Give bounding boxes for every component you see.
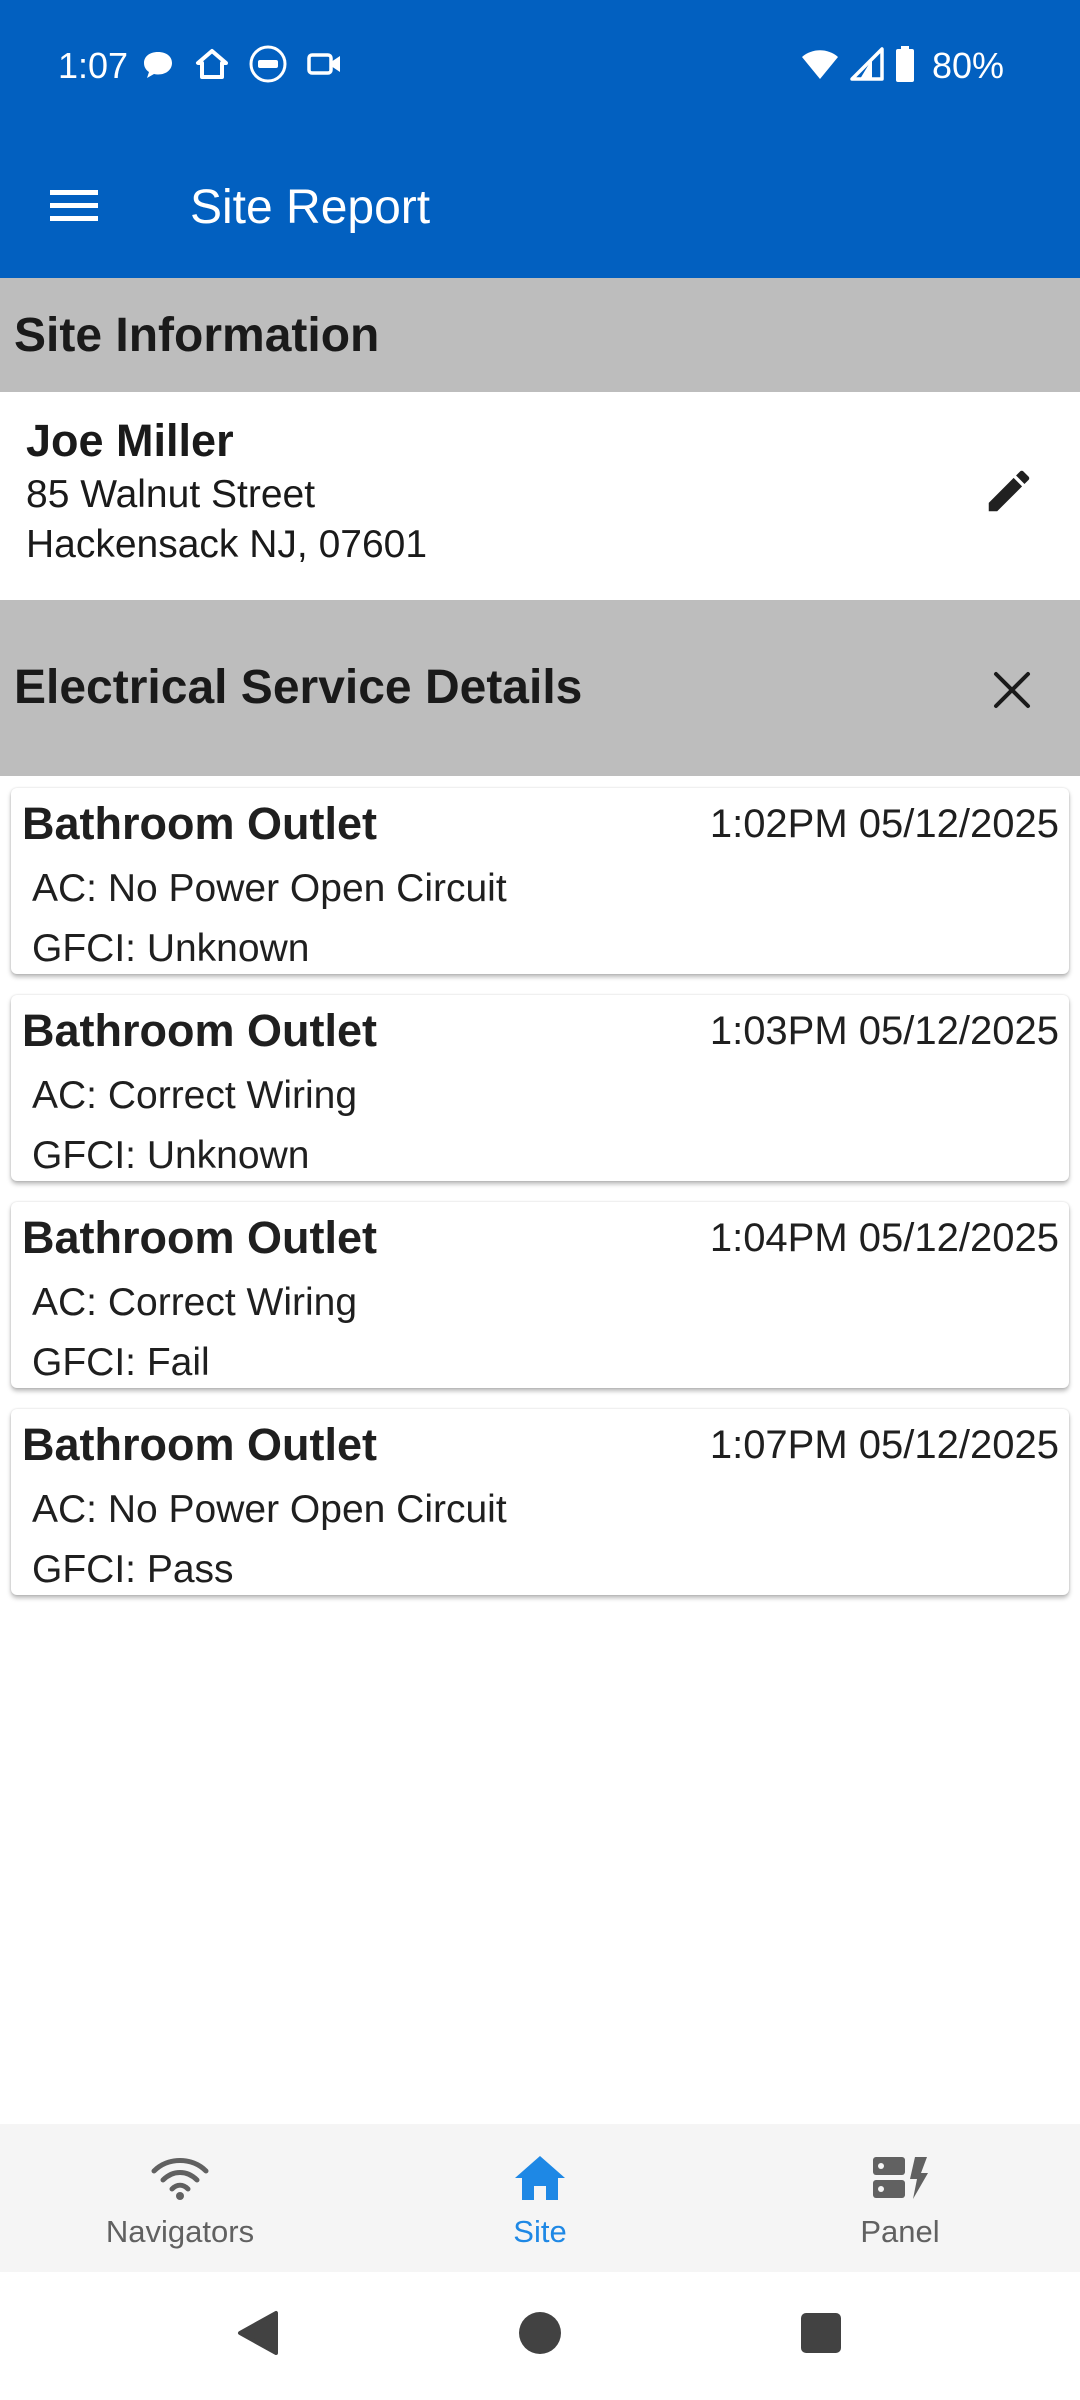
nav-tab-navigators[interactable]: Navigators — [0, 2124, 360, 2272]
record-title: Bathroom Outlet — [22, 1419, 377, 1470]
back-icon — [236, 2309, 280, 2362]
status-system-icons: 80% — [800, 44, 1004, 88]
nav-label-site: Site — [513, 2214, 567, 2249]
street-address: 85 Walnut Street — [26, 473, 316, 516]
bottom-navigation: Navigators Site Panel — [0, 2124, 1080, 2272]
record-ac-status: AC: No Power Open Circuit — [32, 1488, 507, 1531]
home-icon — [513, 2154, 567, 2207]
record-gfci-status: GFCI: Unknown — [32, 1134, 310, 1177]
electrical-service-header: Electrical Service Details — [0, 600, 1080, 776]
record-title: Bathroom Outlet — [22, 1005, 377, 1056]
record-ac-status: AC: Correct Wiring — [32, 1074, 358, 1117]
recents-button[interactable] — [786, 2300, 856, 2370]
recents-icon — [800, 2312, 842, 2359]
pencil-icon — [982, 464, 1036, 523]
service-record-card[interactable]: Bathroom Outlet 1:02PM 05/12/2025 AC: No… — [11, 788, 1069, 974]
top-app-bar: 1:07 80% Site Report — [0, 0, 1080, 278]
record-title: Bathroom Outlet — [22, 798, 377, 849]
system-navigation-bar — [0, 2272, 1080, 2400]
nav-label-panel: Panel — [860, 2214, 940, 2249]
close-electrical-button[interactable] — [980, 660, 1044, 724]
home-circle-icon — [517, 2310, 563, 2361]
page-title: Site Report — [190, 181, 431, 234]
wifi-icon — [800, 47, 840, 86]
record-gfci-status: GFCI: Unknown — [32, 927, 310, 970]
nav-label-navigators: Navigators — [105, 2214, 255, 2249]
edit-site-button[interactable] — [972, 456, 1046, 530]
service-record-card[interactable]: Bathroom Outlet 1:07PM 05/12/2025 AC: No… — [11, 1409, 1069, 1595]
site-information-header: Site Information — [0, 278, 1080, 392]
nav-tab-panel[interactable]: Panel — [720, 2124, 1080, 2272]
wifi-icon — [150, 2155, 210, 2206]
record-gfci-status: GFCI: Fail — [32, 1341, 210, 1384]
record-timestamp: 1:04PM 05/12/2025 — [709, 1216, 1059, 1260]
customer-name: Joe Miller — [26, 415, 234, 466]
record-ac-status: AC: Correct Wiring — [32, 1281, 358, 1324]
service-record-card[interactable]: Bathroom Outlet 1:04PM 05/12/2025 AC: Co… — [11, 1202, 1069, 1388]
service-record-card[interactable]: Bathroom Outlet 1:03PM 05/12/2025 AC: Co… — [11, 995, 1069, 1181]
site-information-title: Site Information — [14, 309, 380, 362]
adt-logo-icon — [248, 44, 288, 89]
battery-icon — [894, 45, 916, 88]
chat-bubble-icon — [140, 46, 176, 87]
record-timestamp: 1:02PM 05/12/2025 — [709, 802, 1059, 846]
record-ac-status: AC: No Power Open Circuit — [32, 867, 507, 910]
electrical-panel-icon — [871, 2155, 929, 2206]
home-outline-icon — [194, 46, 230, 87]
cell-signal-icon — [850, 46, 884, 86]
site-info-panel: Joe Miller 85 Walnut Street Hackensack N… — [0, 392, 1080, 598]
close-icon — [992, 670, 1032, 715]
record-gfci-status: GFCI: Pass — [32, 1548, 234, 1591]
record-timestamp: 1:07PM 05/12/2025 — [709, 1423, 1059, 1467]
home-button[interactable] — [505, 2300, 575, 2370]
status-notification-icons — [140, 44, 344, 89]
video-camera-icon — [306, 46, 344, 87]
nav-tab-site[interactable]: Site — [360, 2124, 720, 2272]
record-timestamp: 1:03PM 05/12/2025 — [709, 1009, 1059, 1053]
menu-icon — [50, 188, 98, 229]
menu-button[interactable] — [34, 172, 114, 244]
city-state-zip: Hackensack NJ, 07601 — [26, 523, 428, 566]
battery-percentage: 80% — [931, 45, 1004, 86]
electrical-service-title: Electrical Service Details — [14, 661, 583, 714]
status-time: 1:07 — [58, 45, 129, 86]
back-button[interactable] — [223, 2300, 293, 2370]
record-title: Bathroom Outlet — [22, 1212, 377, 1263]
